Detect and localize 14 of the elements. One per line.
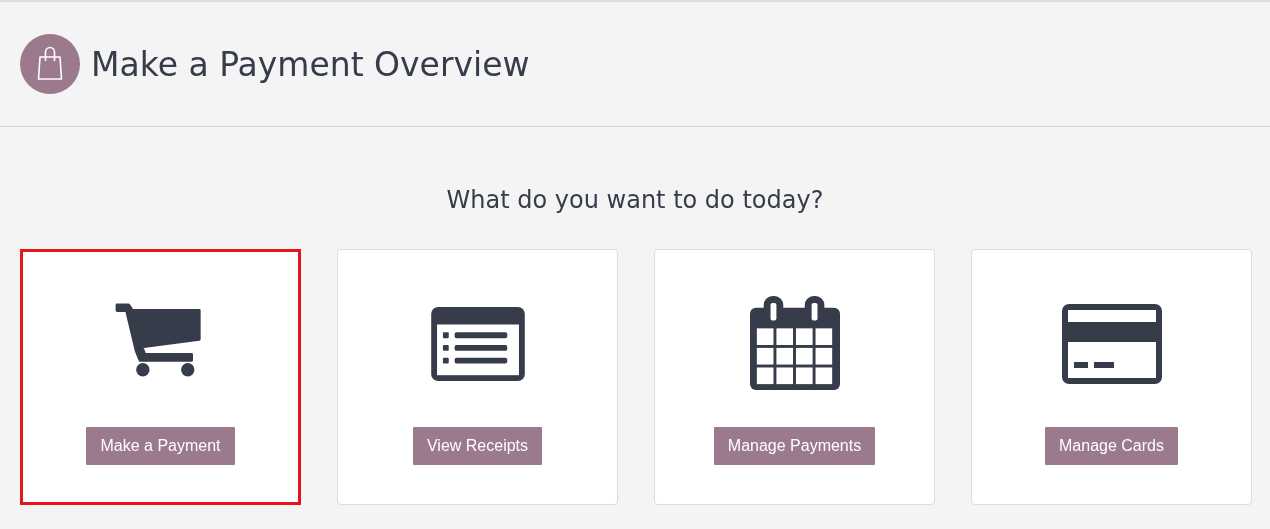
action-button[interactable]: Make a Payment [86,427,235,465]
action-button[interactable]: Manage Cards [1045,427,1178,465]
page-title: Make a Payment Overview [91,44,530,84]
credit-card-icon [1059,302,1164,386]
prompt-heading: What do you want to do today? [445,185,825,215]
action-card[interactable]: Manage Payments [654,249,935,505]
action-card[interactable]: Manage Cards [971,249,1252,505]
shopping-bag-icon [20,34,80,94]
action-button[interactable]: Manage Payments [713,427,876,465]
action-card[interactable]: View Receipts [337,249,618,505]
list-icon [428,305,527,383]
calendar-icon [749,296,840,392]
action-card[interactable]: Make a Payment [20,249,301,505]
action-button[interactable]: View Receipts [412,427,543,465]
